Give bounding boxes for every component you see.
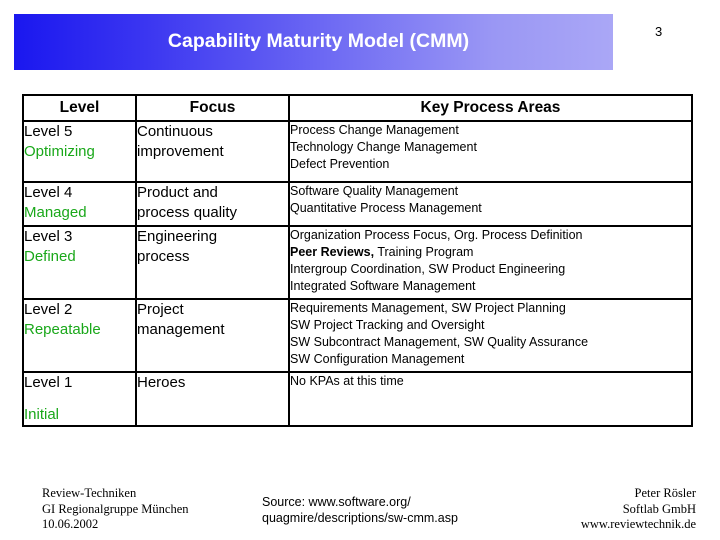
kpa-text: No KPAs at this time [290, 374, 404, 388]
column-header-key-process-areas: Key Process Areas [288, 94, 693, 122]
focus-line: Heroes [137, 374, 186, 391]
kpa-text: SW Project Tracking and Oversight [290, 318, 485, 332]
kpa-emphasis: Peer Reviews, [290, 245, 375, 259]
cell-key-process-areas: Process Change Management Technology Chan… [288, 120, 693, 183]
footer-left-line: GI Regionalgruppe München [42, 501, 189, 516]
level-name: Optimizing [24, 143, 95, 160]
kpa-text: Software Quality Management [290, 184, 459, 198]
kpa-text: Defect Prevention [290, 157, 390, 171]
focus-line: Product and [137, 184, 218, 201]
kpa-line: Software Quality Management [290, 183, 691, 200]
footer-right: Peter Rösler Softlab GmbH www.reviewtechni… [581, 486, 696, 533]
table-header-row: Level Focus Key Process Areas [22, 94, 693, 122]
kpa-line: Integrated Software Management [290, 278, 691, 295]
kpa-line: SW Subcontract Management, SW Quality As… [290, 334, 691, 351]
kpa-text: SW Subcontract Management, SW Quality As… [290, 335, 589, 349]
kpa-text: Organization Process Focus, Org. Process… [290, 228, 583, 242]
level-number: Level 1 [24, 374, 73, 391]
table-header: Level Focus Key Process Areas [22, 94, 693, 122]
cell-level: Level 3 Defined [22, 225, 137, 300]
kpa-line: Requirements Management, SW Project Plan… [290, 300, 691, 317]
cell-key-process-areas: Organization Process Focus, Org. Process… [288, 225, 693, 300]
kpa-text: Integrated Software Management [290, 279, 476, 293]
cell-focus: Engineering process [135, 225, 290, 300]
page-title: Capability Maturity Model (CMM) [167, 30, 470, 52]
level-number: Level 4 [24, 184, 73, 201]
footer-right-line: Peter Rösler [634, 486, 696, 500]
footer-left-line: 10.06.2002 [42, 517, 99, 531]
cell-focus: Project management [135, 298, 290, 373]
column-header-level: Level [22, 94, 137, 122]
focus-line: management [137, 321, 225, 338]
level-name: Defined [24, 248, 76, 265]
focus-line: Engineering [137, 228, 218, 245]
slide-number: 3 [655, 24, 663, 39]
cell-key-process-areas: No KPAs at this time [288, 371, 693, 427]
kpa-line: Intergroup Coordination, SW Product Engi… [290, 261, 691, 278]
kpa-text: Technology Change Management [290, 140, 477, 154]
footer-left: Review-Techniken GI Regionalgruppe Münche… [42, 486, 189, 533]
table-row: Level 1 Initial Heroes No KPAs at this time [22, 371, 693, 427]
focus-line: improvement [137, 143, 224, 160]
cell-focus: Continuous improvement [135, 120, 290, 183]
kpa-text: Quantitative Process Management [290, 201, 482, 215]
cmm-table: Level Focus Key Process Areas Level 5 Opt… [22, 94, 693, 427]
table-row: Level 4 Managed Product and process quality… [22, 181, 693, 227]
table-row: Level 3 Defined Engineering process Organiza… [22, 225, 693, 300]
cell-key-process-areas: Software Quality Management Quantitative … [288, 181, 693, 227]
cell-focus: Heroes [135, 371, 290, 427]
footer-center-line: Source: www.software.org/ [262, 495, 411, 509]
table-row: Level 2 Repeatable Project management Requir… [22, 298, 693, 373]
footer-right-line: www.reviewtechnik.de [580, 517, 696, 531]
level-name: Initial [24, 406, 60, 423]
footer-source: Source: www.software.org/quagmire/descri… [262, 494, 458, 526]
cell-focus: Product and process quality [135, 181, 290, 227]
level-name: Managed [24, 204, 87, 221]
level-number: Level 3 [24, 228, 73, 245]
kpa-line: Defect Prevention [290, 156, 691, 173]
focus-line: process quality [137, 204, 238, 221]
title-banner: Capability Maturity Model (CMM) [14, 14, 613, 70]
kpa-line: Process Change Management [290, 122, 691, 139]
table-row: Level 5 Optimizing Continuous improvement Pr… [22, 120, 693, 183]
column-header-focus: Focus [135, 94, 290, 122]
kpa-line: SW Project Tracking and Oversight [290, 317, 691, 334]
kpa-text: SW Configuration Management [290, 352, 465, 366]
table-body: Level 5 Optimizing Continuous improvement Pr… [22, 120, 693, 427]
level-name: Repeatable [24, 321, 101, 338]
cell-level: Level 2 Repeatable [22, 298, 137, 373]
focus-line: Continuous [137, 123, 213, 140]
kpa-line: Organization Process Focus, Org. Process… [290, 227, 691, 244]
kpa-line: No KPAs at this time [290, 373, 691, 390]
footer-left-line: Review-Techniken [42, 486, 137, 500]
cell-level: Level 5 Optimizing [22, 120, 137, 183]
cell-level: Level 4 Managed [22, 181, 137, 227]
kpa-text: Requirements Management, SW Project Plan… [290, 301, 566, 315]
level-number: Level 5 [24, 123, 73, 140]
focus-line: process [137, 248, 190, 265]
kpa-line: Peer Reviews, Training Program [290, 244, 691, 261]
focus-line: Project [137, 301, 184, 318]
kpa-text: Intergroup Coordination, SW Product Engi… [290, 262, 566, 276]
kpa-line: Quantitative Process Management [290, 200, 691, 217]
kpa-text: Process Change Management [290, 123, 459, 137]
cell-key-process-areas: Requirements Management, SW Project Plan… [288, 298, 693, 373]
kpa-line: Technology Change Management [290, 139, 691, 156]
footer-right-line: Softlab GmbH [622, 501, 696, 516]
kpa-text: Training Program [374, 245, 474, 259]
kpa-line: SW Configuration Management [290, 351, 691, 368]
footer-center-line: quagmire/descriptions/sw-cmm.asp [262, 511, 458, 525]
level-number: Level 2 [24, 301, 73, 318]
cell-level: Level 1 Initial [22, 371, 137, 427]
